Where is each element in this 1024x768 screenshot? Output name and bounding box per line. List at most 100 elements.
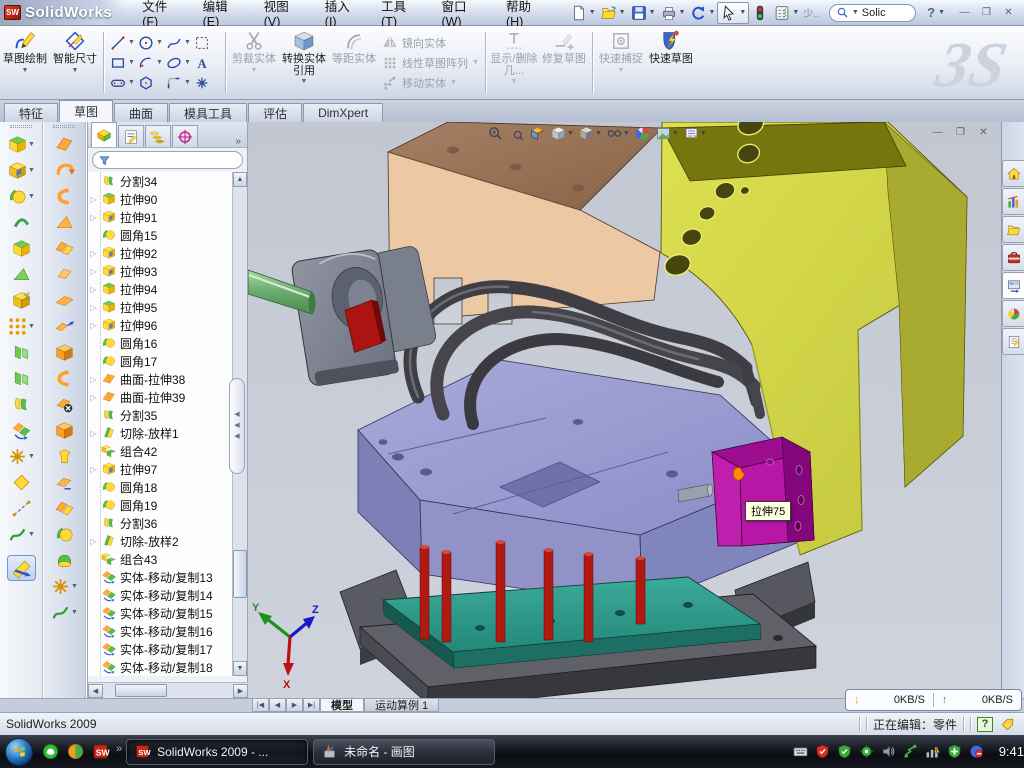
tab-草图[interactable]: 草图	[59, 100, 113, 122]
tree-item[interactable]: 圆角16	[88, 334, 232, 352]
gear-icon[interactable]	[858, 743, 875, 760]
scroll-left-button[interactable]: ◀	[88, 684, 103, 698]
save-icon-caret[interactable]: ▼	[649, 9, 656, 16]
line-icon-caret[interactable]: ▼	[128, 39, 136, 46]
linear-pattern-button[interactable]: 线性草图阵列▼	[382, 54, 479, 72]
view-settings-button[interactable]: ▼	[682, 124, 708, 143]
draft-button[interactable]	[11, 261, 32, 287]
menu-4[interactable]: 工具(T)	[371, 0, 431, 25]
tree-item[interactable]: 实体-移动/复制14	[88, 586, 232, 604]
custom-properties-tab[interactable]	[1002, 328, 1024, 355]
tab-DimXpert[interactable]: DimXpert	[303, 103, 383, 122]
tree-item[interactable]: 圆角17	[88, 352, 232, 370]
toolbox-tab[interactable]	[1002, 244, 1024, 271]
shut-off-button[interactable]	[54, 495, 75, 521]
selection-box-button[interactable]	[193, 34, 211, 52]
swept-surface-button[interactable]	[54, 183, 75, 209]
spline2-button[interactable]: ▼	[50, 599, 78, 625]
tab-曲面[interactable]: 曲面	[114, 103, 168, 122]
display-style-icon-caret[interactable]: ▼	[595, 130, 602, 137]
property-manager-tab[interactable]	[118, 125, 144, 147]
menu-2[interactable]: 视图(V)	[254, 0, 315, 25]
convert-entities-button[interactable]: 转换实体引用▼	[279, 26, 329, 99]
tree-item[interactable]: ▷拉伸94	[88, 280, 232, 298]
trim-surface-button[interactable]	[54, 235, 75, 261]
panel-splitter-handle[interactable]: ◀ ◀ ◀	[229, 378, 245, 474]
tree-item[interactable]: ▷拉伸96	[88, 316, 232, 334]
slot-icon-caret[interactable]: ▼	[128, 79, 136, 86]
model-tab-模型[interactable]: 模型	[320, 699, 364, 712]
core-button[interactable]	[54, 547, 75, 573]
print-button[interactable]: ▼	[658, 3, 688, 23]
delete-face-button[interactable]	[54, 391, 75, 417]
undo-button[interactable]: ▼	[687, 3, 717, 23]
spline2-icon-caret[interactable]: ▼	[71, 609, 78, 616]
hole-wizard-button[interactable]	[11, 287, 32, 313]
design-library-tab[interactable]	[1002, 216, 1024, 243]
scene-icon-caret[interactable]: ▼	[672, 130, 679, 137]
point2-button[interactable]: ▼	[50, 573, 78, 599]
scroll-down-button[interactable]: ▼	[233, 661, 247, 676]
taskbar-button[interactable]: SWSolidWorks 2009 - ...	[126, 739, 308, 765]
extruded-surface-button[interactable]	[54, 131, 75, 157]
convert-entities-button-caret[interactable]: ▼	[301, 78, 308, 85]
swept-boss-button[interactable]	[11, 209, 32, 235]
tree-item[interactable]: ▷曲面-拉伸38	[88, 370, 232, 388]
scroll-thumb[interactable]	[233, 550, 247, 598]
quick-snaps-button[interactable]: 快速捕捉▼	[596, 26, 646, 99]
rectangle-button[interactable]	[109, 54, 127, 72]
circle-icon-caret[interactable]: ▼	[156, 39, 164, 46]
spline-button[interactable]	[165, 34, 183, 52]
trim-entities-button-caret[interactable]: ▼	[251, 67, 258, 74]
home-tab[interactable]	[1002, 160, 1024, 187]
help-caret-icon[interactable]: ▼	[938, 9, 945, 16]
options-icon-caret[interactable]: ▼	[792, 9, 799, 16]
ellipse-icon-caret[interactable]: ▼	[184, 59, 192, 66]
point-button[interactable]	[193, 74, 211, 92]
smart-dimension-button-caret[interactable]: ▼	[72, 67, 79, 74]
menu-6[interactable]: 帮助(H)	[496, 0, 558, 25]
rebuild-button[interactable]	[749, 3, 771, 23]
fillet-button[interactable]: ▼	[7, 183, 35, 209]
new-document-button[interactable]: ▼	[568, 3, 598, 23]
tree-item[interactable]: 实体-移动/复制16	[88, 622, 232, 640]
trim-entities-button[interactable]: 剪裁实体▼	[229, 26, 279, 99]
section-view-button[interactable]	[528, 124, 547, 143]
expand-arrow-icon[interactable]: ▷	[89, 321, 98, 330]
move-entities-button-caret[interactable]: ▼	[450, 79, 457, 86]
network-warning-icon[interactable]: !	[924, 743, 941, 760]
split-button[interactable]	[11, 391, 32, 417]
media-icon[interactable]	[66, 742, 85, 761]
tree-item[interactable]: 分割36	[88, 514, 232, 532]
search-caret-icon[interactable]: ▼	[852, 9, 859, 16]
expand-arrow-icon[interactable]: ▷	[89, 393, 98, 402]
extrude-boss-button[interactable]: ▼	[7, 131, 35, 157]
save-button[interactable]: ▼	[628, 3, 658, 23]
quick-launch-chevron[interactable]: »	[116, 743, 122, 755]
model-nav-button-0[interactable]: |◀	[252, 699, 269, 712]
view-palette-tab[interactable]	[1002, 272, 1024, 299]
solidworks-quick-icon[interactable]: SW	[91, 742, 110, 761]
graphics-viewport[interactable]: Y Z X ▼▼▼▼▼ — ❐ ✕ 拉伸75	[248, 122, 1001, 698]
reference-point-button[interactable]: ▼	[7, 443, 35, 469]
reference-plane-button[interactable]	[11, 469, 32, 495]
hide-show-items-button[interactable]: ▼	[605, 124, 631, 143]
expand-arrow-icon[interactable]: ▷	[89, 429, 98, 438]
display-delete-relations-button[interactable]: 显示/删除几...▼	[489, 26, 539, 99]
planar-surface-button[interactable]	[54, 287, 75, 313]
tree-item[interactable]: ▷切除-放样2	[88, 532, 232, 550]
display-style-button[interactable]: ▼	[577, 124, 603, 143]
extend-surface-button[interactable]	[54, 313, 75, 339]
taskbar-button[interactable]: 未命名 - 画图	[313, 739, 495, 765]
vpn-icon[interactable]	[902, 743, 919, 760]
configuration-manager-tab[interactable]	[145, 125, 171, 147]
select-cursor-icon-caret[interactable]: ▼	[739, 9, 746, 16]
select-cursor-button[interactable]: ▼	[717, 2, 749, 24]
ellipse-button[interactable]	[165, 54, 183, 72]
tooling-split-button[interactable]	[54, 521, 75, 547]
parting-surface-button[interactable]	[54, 469, 75, 495]
smart-dimension-button[interactable]: 智能尺寸▼	[50, 26, 100, 99]
hide-show-items-icon-caret[interactable]: ▼	[623, 130, 630, 137]
curve-icon-caret[interactable]: ▼	[28, 531, 35, 538]
feature-manager-tab[interactable]	[91, 122, 117, 147]
